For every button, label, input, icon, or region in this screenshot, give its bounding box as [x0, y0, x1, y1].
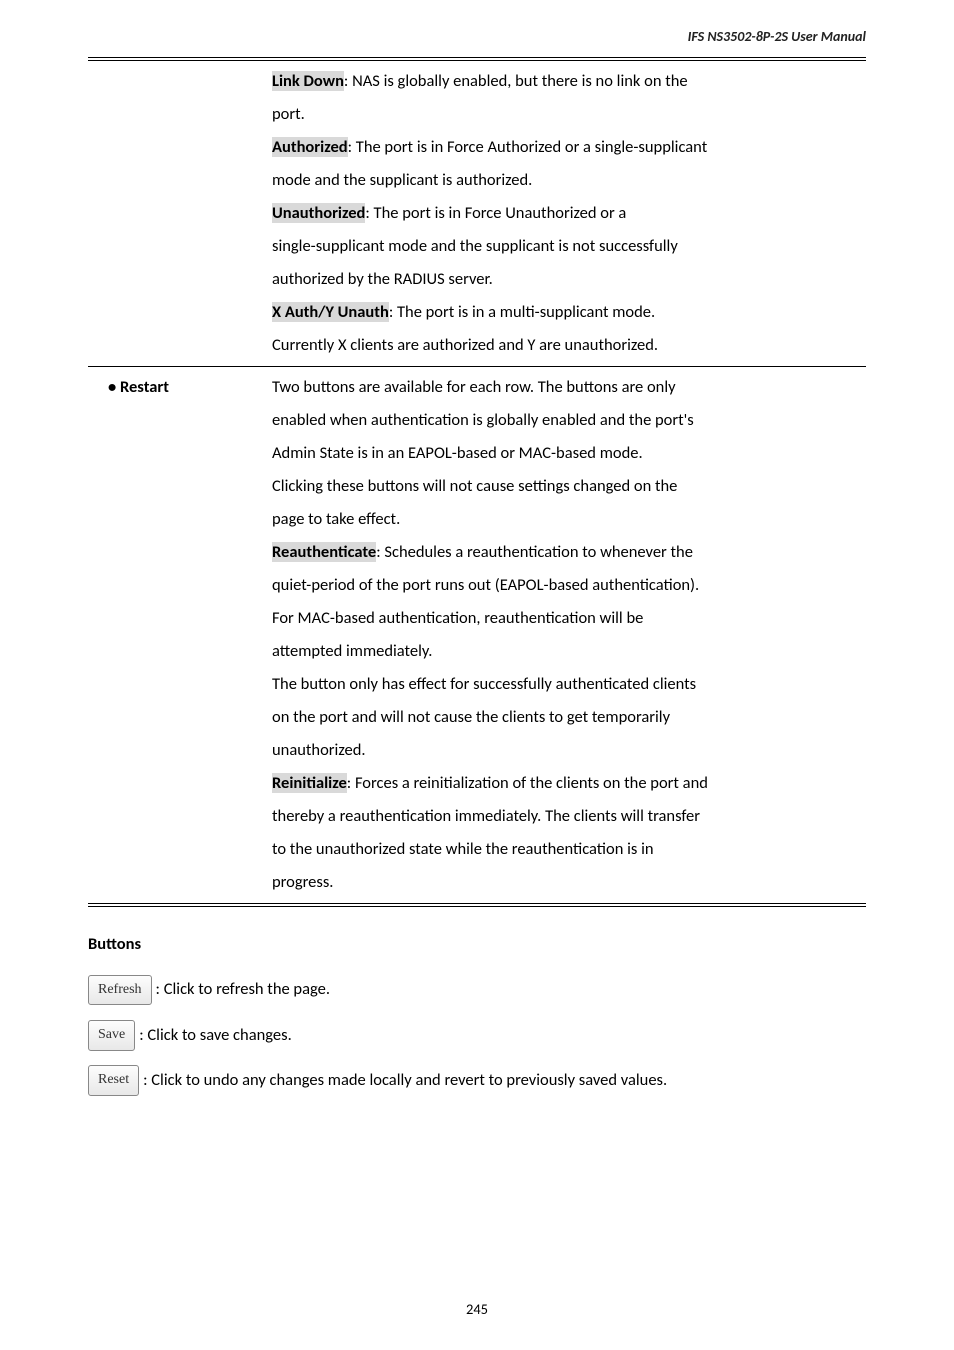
mode-line: mode and the supplicant is authorized.: [272, 164, 856, 197]
currently-line: Currently X clients are authorized and Y…: [272, 329, 856, 362]
buttons-heading: Buttons: [88, 929, 866, 960]
authorized-tail: : The port is in Force Authorized or a s…: [348, 137, 708, 157]
row2-label: • Restart: [88, 367, 268, 904]
table-row: • Restart Two buttons are available for …: [88, 367, 866, 904]
row1-desc: Link Down: NAS is globally enabled, but …: [268, 61, 866, 367]
xauth-label: X Auth/Y Unauth: [272, 302, 389, 322]
r2-l10: The button only has effect for successfu…: [272, 668, 856, 701]
refresh-text: : Click to refresh the page.: [156, 974, 330, 1005]
row1-label: [88, 61, 268, 367]
reset-row: Reset : Click to undo any changes made l…: [88, 1065, 866, 1096]
linkdown-tail: : NAS is globally enabled, but there is …: [344, 71, 688, 91]
reinit-label: Reinitialize: [272, 773, 347, 793]
row2-desc: Two buttons are available for each row. …: [268, 367, 866, 904]
header-text: IFS NS3502-8P-2S User Manual: [688, 28, 866, 45]
content-area: Link Down: NAS is globally enabled, but …: [0, 45, 954, 907]
r2-l12: unauthorized.: [272, 734, 856, 767]
top-rule-1: [88, 57, 866, 58]
r2-l8: For MAC-based authentication, reauthenti…: [272, 602, 856, 635]
r2-l9: attempted immediately.: [272, 635, 856, 668]
r2-l3: Admin State is in an EAPOL-based or MAC-…: [272, 437, 856, 470]
r2-l5: page to take effect.: [272, 503, 856, 536]
refresh-button[interactable]: Refresh: [88, 975, 152, 1006]
buttons-section: Buttons Refresh : Click to refresh the p…: [0, 907, 954, 1096]
unauth-label: Unauthorized: [272, 203, 365, 223]
page-number: 245: [0, 1300, 954, 1318]
reset-button[interactable]: Reset: [88, 1065, 139, 1096]
port-line: port.: [272, 98, 856, 131]
r2-l14: thereby a reauthentication immediately. …: [272, 800, 856, 833]
reinit-tail: : Forces a reinitialization of the clien…: [347, 773, 708, 793]
authorized-label: Authorized: [272, 137, 348, 157]
reset-text: : Click to undo any changes made locally…: [143, 1065, 667, 1096]
single-supp-line: single-supplicant mode and the supplican…: [272, 230, 856, 263]
r2-l7: quiet-period of the port runs out (EAPOL…: [272, 569, 856, 602]
authorized-by-line: authorized by the RADIUS server.: [272, 263, 856, 296]
xauth-tail: : The port is in a multi-supplicant mode…: [389, 302, 655, 322]
refresh-row: Refresh : Click to refresh the page.: [88, 974, 866, 1005]
save-text: : Click to save changes.: [139, 1020, 292, 1051]
definition-table: Link Down: NAS is globally enabled, but …: [88, 61, 866, 903]
r2-l1: Two buttons are available for each row. …: [272, 371, 856, 404]
unauth-tail: : The port is in Force Unauthorized or a: [365, 203, 626, 223]
table-row: Link Down: NAS is globally enabled, but …: [88, 61, 866, 367]
bottom-rule-1: [88, 903, 866, 904]
page-header: IFS NS3502-8P-2S User Manual: [0, 0, 954, 45]
save-row: Save : Click to save changes.: [88, 1020, 866, 1051]
r2-l15: to the unauthorized state while the reau…: [272, 833, 856, 866]
linkdown-label: Link Down: [272, 71, 344, 91]
r2-l11: on the port and will not cause the clien…: [272, 701, 856, 734]
r2-l4: Clicking these buttons will not cause se…: [272, 470, 856, 503]
reauth-tail: : Schedules a reauthentication to whenev…: [376, 542, 693, 562]
r2-l2: enabled when authentication is globally …: [272, 404, 856, 437]
r2-l16: progress.: [272, 866, 856, 899]
save-button[interactable]: Save: [88, 1020, 135, 1051]
reauth-label: Reauthenticate: [272, 542, 376, 562]
